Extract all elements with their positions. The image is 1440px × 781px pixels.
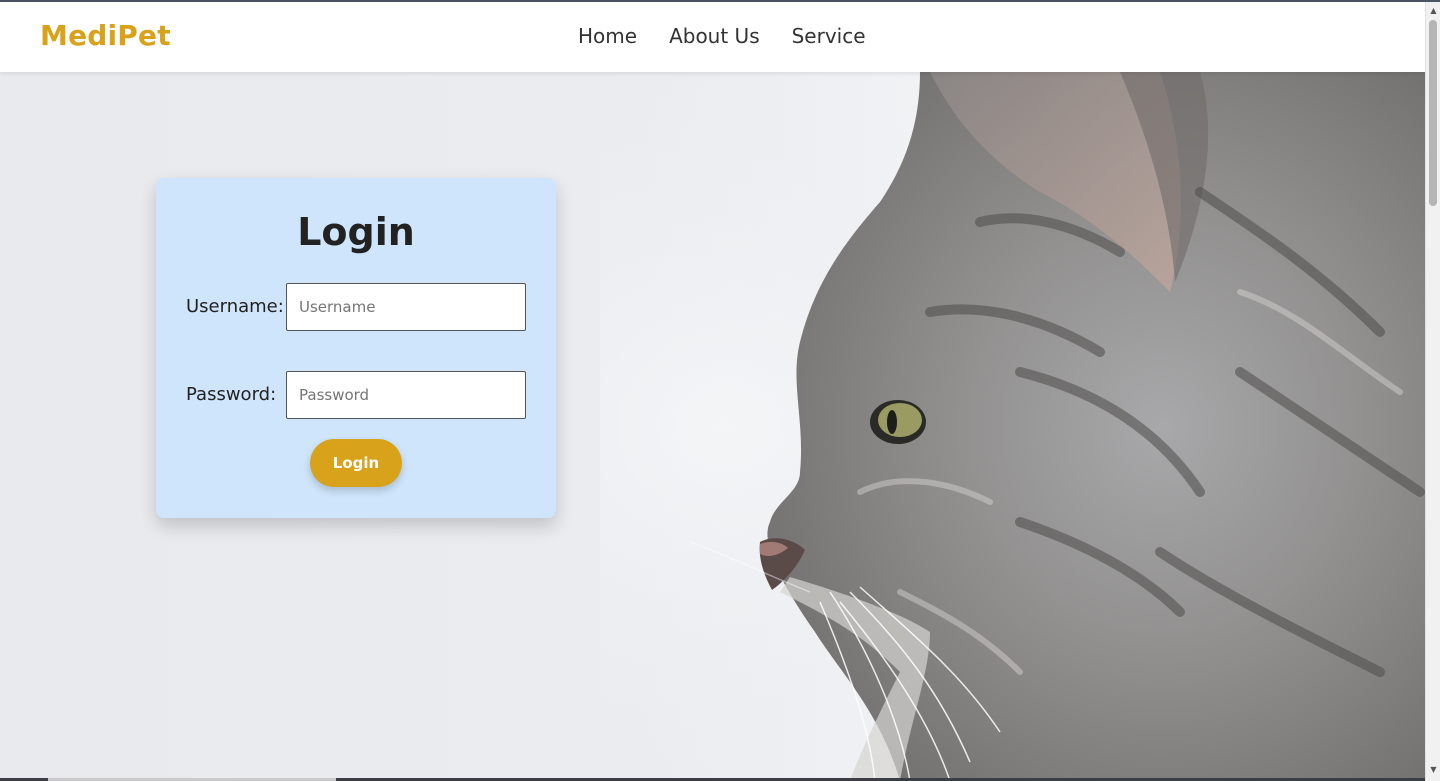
scrollbar-thumb[interactable]: [1429, 20, 1437, 206]
navbar: MediPet Home About Us Service: [0, 2, 1425, 72]
nav-service-link[interactable]: Service: [792, 24, 866, 48]
scroll-up-arrow-icon[interactable]: ▲: [1426, 4, 1440, 18]
login-title: Login: [297, 210, 415, 254]
brand-logo[interactable]: MediPet: [40, 19, 171, 52]
login-submit-button[interactable]: Login: [310, 439, 402, 487]
login-card: Login Username: Password: Login: [156, 178, 556, 518]
main-nav: Home About Us Service: [578, 24, 866, 48]
username-label: Username:: [186, 296, 284, 317]
password-label: Password:: [186, 384, 277, 405]
nav-home-link[interactable]: Home: [578, 24, 637, 48]
password-input[interactable]: [286, 371, 526, 419]
username-input[interactable]: [286, 283, 526, 331]
nav-about-us-link[interactable]: About Us: [669, 24, 760, 48]
vertical-scrollbar[interactable]: ▲ ▼: [1425, 2, 1440, 781]
cat-hero-image: [600, 72, 1425, 781]
scroll-down-arrow-icon[interactable]: ▼: [1426, 763, 1440, 777]
